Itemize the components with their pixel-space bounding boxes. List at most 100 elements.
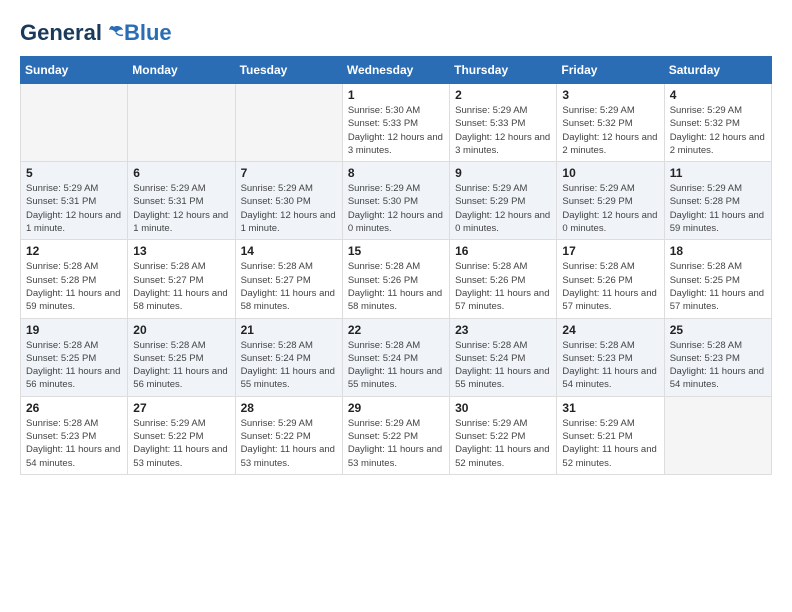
day-number: 22 (348, 323, 444, 337)
day-info: Sunrise: 5:28 AM Sunset: 5:24 PM Dayligh… (241, 339, 337, 392)
day-number: 27 (133, 401, 229, 415)
calendar-week-row: 26 Sunrise: 5:28 AM Sunset: 5:23 PM Dayli… (21, 396, 772, 474)
day-info: Sunrise: 5:29 AM Sunset: 5:30 PM Dayligh… (241, 182, 337, 235)
calendar-cell: 2 Sunrise: 5:29 AM Sunset: 5:33 PM Daylig… (450, 84, 557, 162)
day-info: Sunrise: 5:29 AM Sunset: 5:31 PM Dayligh… (133, 182, 229, 235)
day-number: 6 (133, 166, 229, 180)
calendar-cell: 6 Sunrise: 5:29 AM Sunset: 5:31 PM Daylig… (128, 162, 235, 240)
day-number: 19 (26, 323, 122, 337)
calendar-cell: 13Sunrise: 5:28 AM Sunset: 5:27 PM Dayli… (128, 240, 235, 318)
day-number: 3 (562, 88, 658, 102)
day-number: 30 (455, 401, 551, 415)
day-number: 14 (241, 244, 337, 258)
day-number: 11 (670, 166, 766, 180)
day-number: 26 (26, 401, 122, 415)
weekday-header-monday: Monday (128, 57, 235, 84)
calendar-cell: 29Sunrise: 5:29 AM Sunset: 5:22 PM Dayli… (342, 396, 449, 474)
calendar-header-row: SundayMondayTuesdayWednesdayThursdayFrid… (21, 57, 772, 84)
calendar-cell: 18 Sunrise: 5:28 AM Sunset: 5:25 PM Dayli… (664, 240, 771, 318)
calendar-table: SundayMondayTuesdayWednesdayThursdayFrid… (20, 56, 772, 475)
day-info: Sunrise: 5:28 AM Sunset: 5:23 PM Dayligh… (670, 339, 766, 392)
day-number: 20 (133, 323, 229, 337)
day-info: Sunrise: 5:29 AM Sunset: 5:22 PM Dayligh… (455, 417, 551, 470)
calendar-cell: 11 Sunrise: 5:29 AM Sunset: 5:28 PM Dayli… (664, 162, 771, 240)
calendar-cell: 28 Sunrise: 5:29 AM Sunset: 5:22 PM Dayli… (235, 396, 342, 474)
calendar-cell: 10 Sunrise: 5:29 AM Sunset: 5:29 PM Dayli… (557, 162, 664, 240)
day-info: Sunrise: 5:30 AM Sunset: 5:33 PM Dayligh… (348, 104, 444, 157)
day-number: 23 (455, 323, 551, 337)
calendar-cell: 9 Sunrise: 5:29 AM Sunset: 5:29 PM Daylig… (450, 162, 557, 240)
calendar-cell (128, 84, 235, 162)
day-info: Sunrise: 5:28 AM Sunset: 5:24 PM Dayligh… (455, 339, 551, 392)
day-info: Sunrise: 5:29 AM Sunset: 5:32 PM Dayligh… (562, 104, 658, 157)
day-info: Sunrise: 5:29 AM Sunset: 5:22 PM Dayligh… (241, 417, 337, 470)
calendar-cell: 25 Sunrise: 5:28 AM Sunset: 5:23 PM Dayli… (664, 318, 771, 396)
calendar-cell (664, 396, 771, 474)
weekday-header-sunday: Sunday (21, 57, 128, 84)
day-info: Sunrise: 5:28 AM Sunset: 5:27 PM Dayligh… (241, 260, 337, 313)
calendar-cell: 7 Sunrise: 5:29 AM Sunset: 5:30 PM Daylig… (235, 162, 342, 240)
calendar-cell (235, 84, 342, 162)
day-info: Sunrise: 5:28 AM Sunset: 5:25 PM Dayligh… (26, 339, 122, 392)
calendar-cell: 21 Sunrise: 5:28 AM Sunset: 5:24 PM Dayli… (235, 318, 342, 396)
day-number: 15 (348, 244, 444, 258)
calendar-week-row: 1Sunrise: 5:30 AM Sunset: 5:33 PM Daylig… (21, 84, 772, 162)
day-info: Sunrise: 5:29 AM Sunset: 5:33 PM Dayligh… (455, 104, 551, 157)
day-info: Sunrise: 5:29 AM Sunset: 5:29 PM Dayligh… (562, 182, 658, 235)
day-number: 8 (348, 166, 444, 180)
calendar-cell: 19 Sunrise: 5:28 AM Sunset: 5:25 PM Dayli… (21, 318, 128, 396)
logo-bird-icon (104, 23, 124, 43)
weekday-header-thursday: Thursday (450, 57, 557, 84)
day-number: 5 (26, 166, 122, 180)
calendar-cell: 17Sunrise: 5:28 AM Sunset: 5:26 PM Dayli… (557, 240, 664, 318)
calendar-cell: 15 Sunrise: 5:28 AM Sunset: 5:26 PM Dayli… (342, 240, 449, 318)
day-number: 2 (455, 88, 551, 102)
day-info: Sunrise: 5:29 AM Sunset: 5:31 PM Dayligh… (26, 182, 122, 235)
day-info: Sunrise: 5:28 AM Sunset: 5:24 PM Dayligh… (348, 339, 444, 392)
day-number: 16 (455, 244, 551, 258)
calendar-week-row: 5 Sunrise: 5:29 AM Sunset: 5:31 PM Daylig… (21, 162, 772, 240)
day-info: Sunrise: 5:28 AM Sunset: 5:28 PM Dayligh… (26, 260, 122, 313)
calendar-cell: 20 Sunrise: 5:28 AM Sunset: 5:25 PM Dayli… (128, 318, 235, 396)
weekday-header-friday: Friday (557, 57, 664, 84)
day-info: Sunrise: 5:28 AM Sunset: 5:23 PM Dayligh… (26, 417, 122, 470)
day-info: Sunrise: 5:29 AM Sunset: 5:32 PM Dayligh… (670, 104, 766, 157)
calendar-cell: 1Sunrise: 5:30 AM Sunset: 5:33 PM Daylig… (342, 84, 449, 162)
weekday-header-wednesday: Wednesday (342, 57, 449, 84)
day-number: 9 (455, 166, 551, 180)
calendar-cell: 22 Sunrise: 5:28 AM Sunset: 5:24 PM Dayli… (342, 318, 449, 396)
day-number: 13 (133, 244, 229, 258)
day-number: 10 (562, 166, 658, 180)
day-info: Sunrise: 5:29 AM Sunset: 5:21 PM Dayligh… (562, 417, 658, 470)
day-number: 25 (670, 323, 766, 337)
weekday-header-saturday: Saturday (664, 57, 771, 84)
day-number: 17 (562, 244, 658, 258)
calendar-cell: 4 Sunrise: 5:29 AM Sunset: 5:32 PM Daylig… (664, 84, 771, 162)
day-info: Sunrise: 5:28 AM Sunset: 5:25 PM Dayligh… (670, 260, 766, 313)
calendar-cell: 3 Sunrise: 5:29 AM Sunset: 5:32 PM Daylig… (557, 84, 664, 162)
calendar-cell: 23 Sunrise: 5:28 AM Sunset: 5:24 PM Dayli… (450, 318, 557, 396)
page-header: General Blue (20, 20, 772, 46)
day-info: Sunrise: 5:28 AM Sunset: 5:25 PM Dayligh… (133, 339, 229, 392)
day-number: 4 (670, 88, 766, 102)
day-number: 21 (241, 323, 337, 337)
day-info: Sunrise: 5:29 AM Sunset: 5:29 PM Dayligh… (455, 182, 551, 235)
weekday-header-tuesday: Tuesday (235, 57, 342, 84)
day-number: 7 (241, 166, 337, 180)
calendar-cell: 12Sunrise: 5:28 AM Sunset: 5:28 PM Dayli… (21, 240, 128, 318)
logo-blue: Blue (124, 20, 172, 46)
day-info: Sunrise: 5:29 AM Sunset: 5:28 PM Dayligh… (670, 182, 766, 235)
calendar-week-row: 19 Sunrise: 5:28 AM Sunset: 5:25 PM Dayli… (21, 318, 772, 396)
calendar-cell: 24Sunrise: 5:28 AM Sunset: 5:23 PM Dayli… (557, 318, 664, 396)
day-number: 28 (241, 401, 337, 415)
calendar-cell: 14 Sunrise: 5:28 AM Sunset: 5:27 PM Dayli… (235, 240, 342, 318)
day-info: Sunrise: 5:28 AM Sunset: 5:26 PM Dayligh… (455, 260, 551, 313)
logo: General Blue (20, 20, 172, 46)
day-info: Sunrise: 5:29 AM Sunset: 5:30 PM Dayligh… (348, 182, 444, 235)
calendar-cell: 31Sunrise: 5:29 AM Sunset: 5:21 PM Dayli… (557, 396, 664, 474)
day-number: 18 (670, 244, 766, 258)
day-number: 24 (562, 323, 658, 337)
calendar-cell: 30 Sunrise: 5:29 AM Sunset: 5:22 PM Dayli… (450, 396, 557, 474)
day-info: Sunrise: 5:28 AM Sunset: 5:26 PM Dayligh… (348, 260, 444, 313)
calendar-cell: 8 Sunrise: 5:29 AM Sunset: 5:30 PM Daylig… (342, 162, 449, 240)
